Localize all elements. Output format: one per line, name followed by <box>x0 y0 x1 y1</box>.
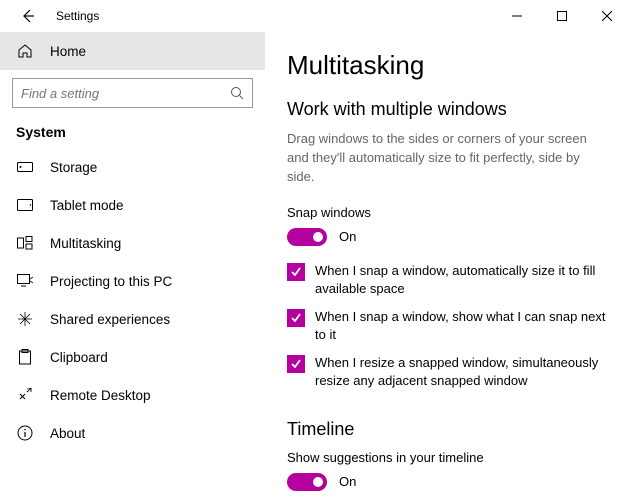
check-row-adjacent-resize: When I resize a snapped window, simultan… <box>287 354 609 390</box>
sidebar-item-remote-desktop[interactable]: Remote Desktop <box>0 376 265 414</box>
check-row-snap-assist: When I snap a window, show what I can sn… <box>287 308 609 344</box>
sidebar-item-label: Multitasking <box>50 236 121 251</box>
search-icon <box>230 86 244 100</box>
search-wrap <box>0 70 265 118</box>
shared-icon <box>16 310 34 328</box>
window-title: Settings <box>56 9 99 23</box>
search-box[interactable] <box>12 78 253 108</box>
multitasking-icon <box>16 234 34 252</box>
sidebar-item-label: Storage <box>50 160 97 175</box>
check-icon <box>290 266 302 278</box>
snap-windows-toggle[interactable] <box>287 228 327 246</box>
maximize-icon <box>557 11 567 21</box>
about-icon <box>16 424 34 442</box>
check-label: When I snap a window, show what I can sn… <box>315 308 609 344</box>
snap-windows-label: Snap windows <box>287 205 609 220</box>
sidebar-item-tablet-mode[interactable]: Tablet mode <box>0 186 265 224</box>
timeline-state: On <box>339 474 356 489</box>
sidebar-item-shared-experiences[interactable]: Shared experiences <box>0 300 265 338</box>
home-icon <box>16 42 34 60</box>
sidebar-home[interactable]: Home <box>0 32 265 70</box>
sidebar-item-clipboard[interactable]: Clipboard <box>0 338 265 376</box>
sidebar-section-header: System <box>0 118 265 148</box>
sidebar-item-about[interactable]: About <box>0 414 265 452</box>
back-button[interactable] <box>8 0 48 32</box>
minimize-button[interactable] <box>494 0 539 32</box>
section-description: Drag windows to the sides or corners of … <box>287 130 609 187</box>
clipboard-icon <box>16 348 34 366</box>
check-label: When I snap a window, automatically size… <box>315 262 609 298</box>
sidebar-item-label: About <box>50 426 85 441</box>
search-input[interactable] <box>21 86 230 101</box>
titlebar: Settings <box>0 0 629 32</box>
checkbox-adjacent-resize[interactable] <box>287 355 305 373</box>
sidebar-item-label: Projecting to this PC <box>50 274 172 289</box>
arrow-left-icon <box>21 9 35 23</box>
sidebar-home-label: Home <box>50 44 86 59</box>
main-panel: Multitasking Work with multiple windows … <box>265 32 629 500</box>
close-icon <box>602 11 612 21</box>
sidebar-item-label: Clipboard <box>50 350 108 365</box>
timeline-section: Timeline Show suggestions in your timeli… <box>287 419 609 491</box>
sidebar-item-label: Shared experiences <box>50 312 170 327</box>
section-heading-timeline: Timeline <box>287 419 609 440</box>
sidebar: Home System Storage Tablet mode Multitas… <box>0 32 265 500</box>
check-icon <box>290 312 302 324</box>
toggle-knob <box>313 477 323 487</box>
tablet-icon <box>16 196 34 214</box>
check-icon <box>290 358 302 370</box>
close-button[interactable] <box>584 0 629 32</box>
sidebar-item-label: Remote Desktop <box>50 388 151 403</box>
sidebar-item-label: Tablet mode <box>50 198 124 213</box>
storage-icon <box>16 158 34 176</box>
section-heading-windows: Work with multiple windows <box>287 99 609 120</box>
snap-windows-toggle-row: On <box>287 228 609 246</box>
projecting-icon <box>16 272 34 290</box>
remote-desktop-icon <box>16 386 34 404</box>
check-row-autosize: When I snap a window, automatically size… <box>287 262 609 298</box>
page-title: Multitasking <box>287 50 609 81</box>
checkbox-snap-assist[interactable] <box>287 309 305 327</box>
sidebar-item-projecting[interactable]: Projecting to this PC <box>0 262 265 300</box>
window-controls <box>494 0 629 32</box>
minimize-icon <box>512 11 522 21</box>
sidebar-item-storage[interactable]: Storage <box>0 148 265 186</box>
timeline-toggle[interactable] <box>287 473 327 491</box>
maximize-button[interactable] <box>539 0 584 32</box>
checkbox-autosize[interactable] <box>287 263 305 281</box>
timeline-suggestions-label: Show suggestions in your timeline <box>287 450 609 465</box>
check-label: When I resize a snapped window, simultan… <box>315 354 609 390</box>
toggle-knob <box>313 232 323 242</box>
snap-windows-state: On <box>339 229 356 244</box>
timeline-toggle-row: On <box>287 473 609 491</box>
content-area: Home System Storage Tablet mode Multitas… <box>0 32 629 500</box>
sidebar-item-multitasking[interactable]: Multitasking <box>0 224 265 262</box>
